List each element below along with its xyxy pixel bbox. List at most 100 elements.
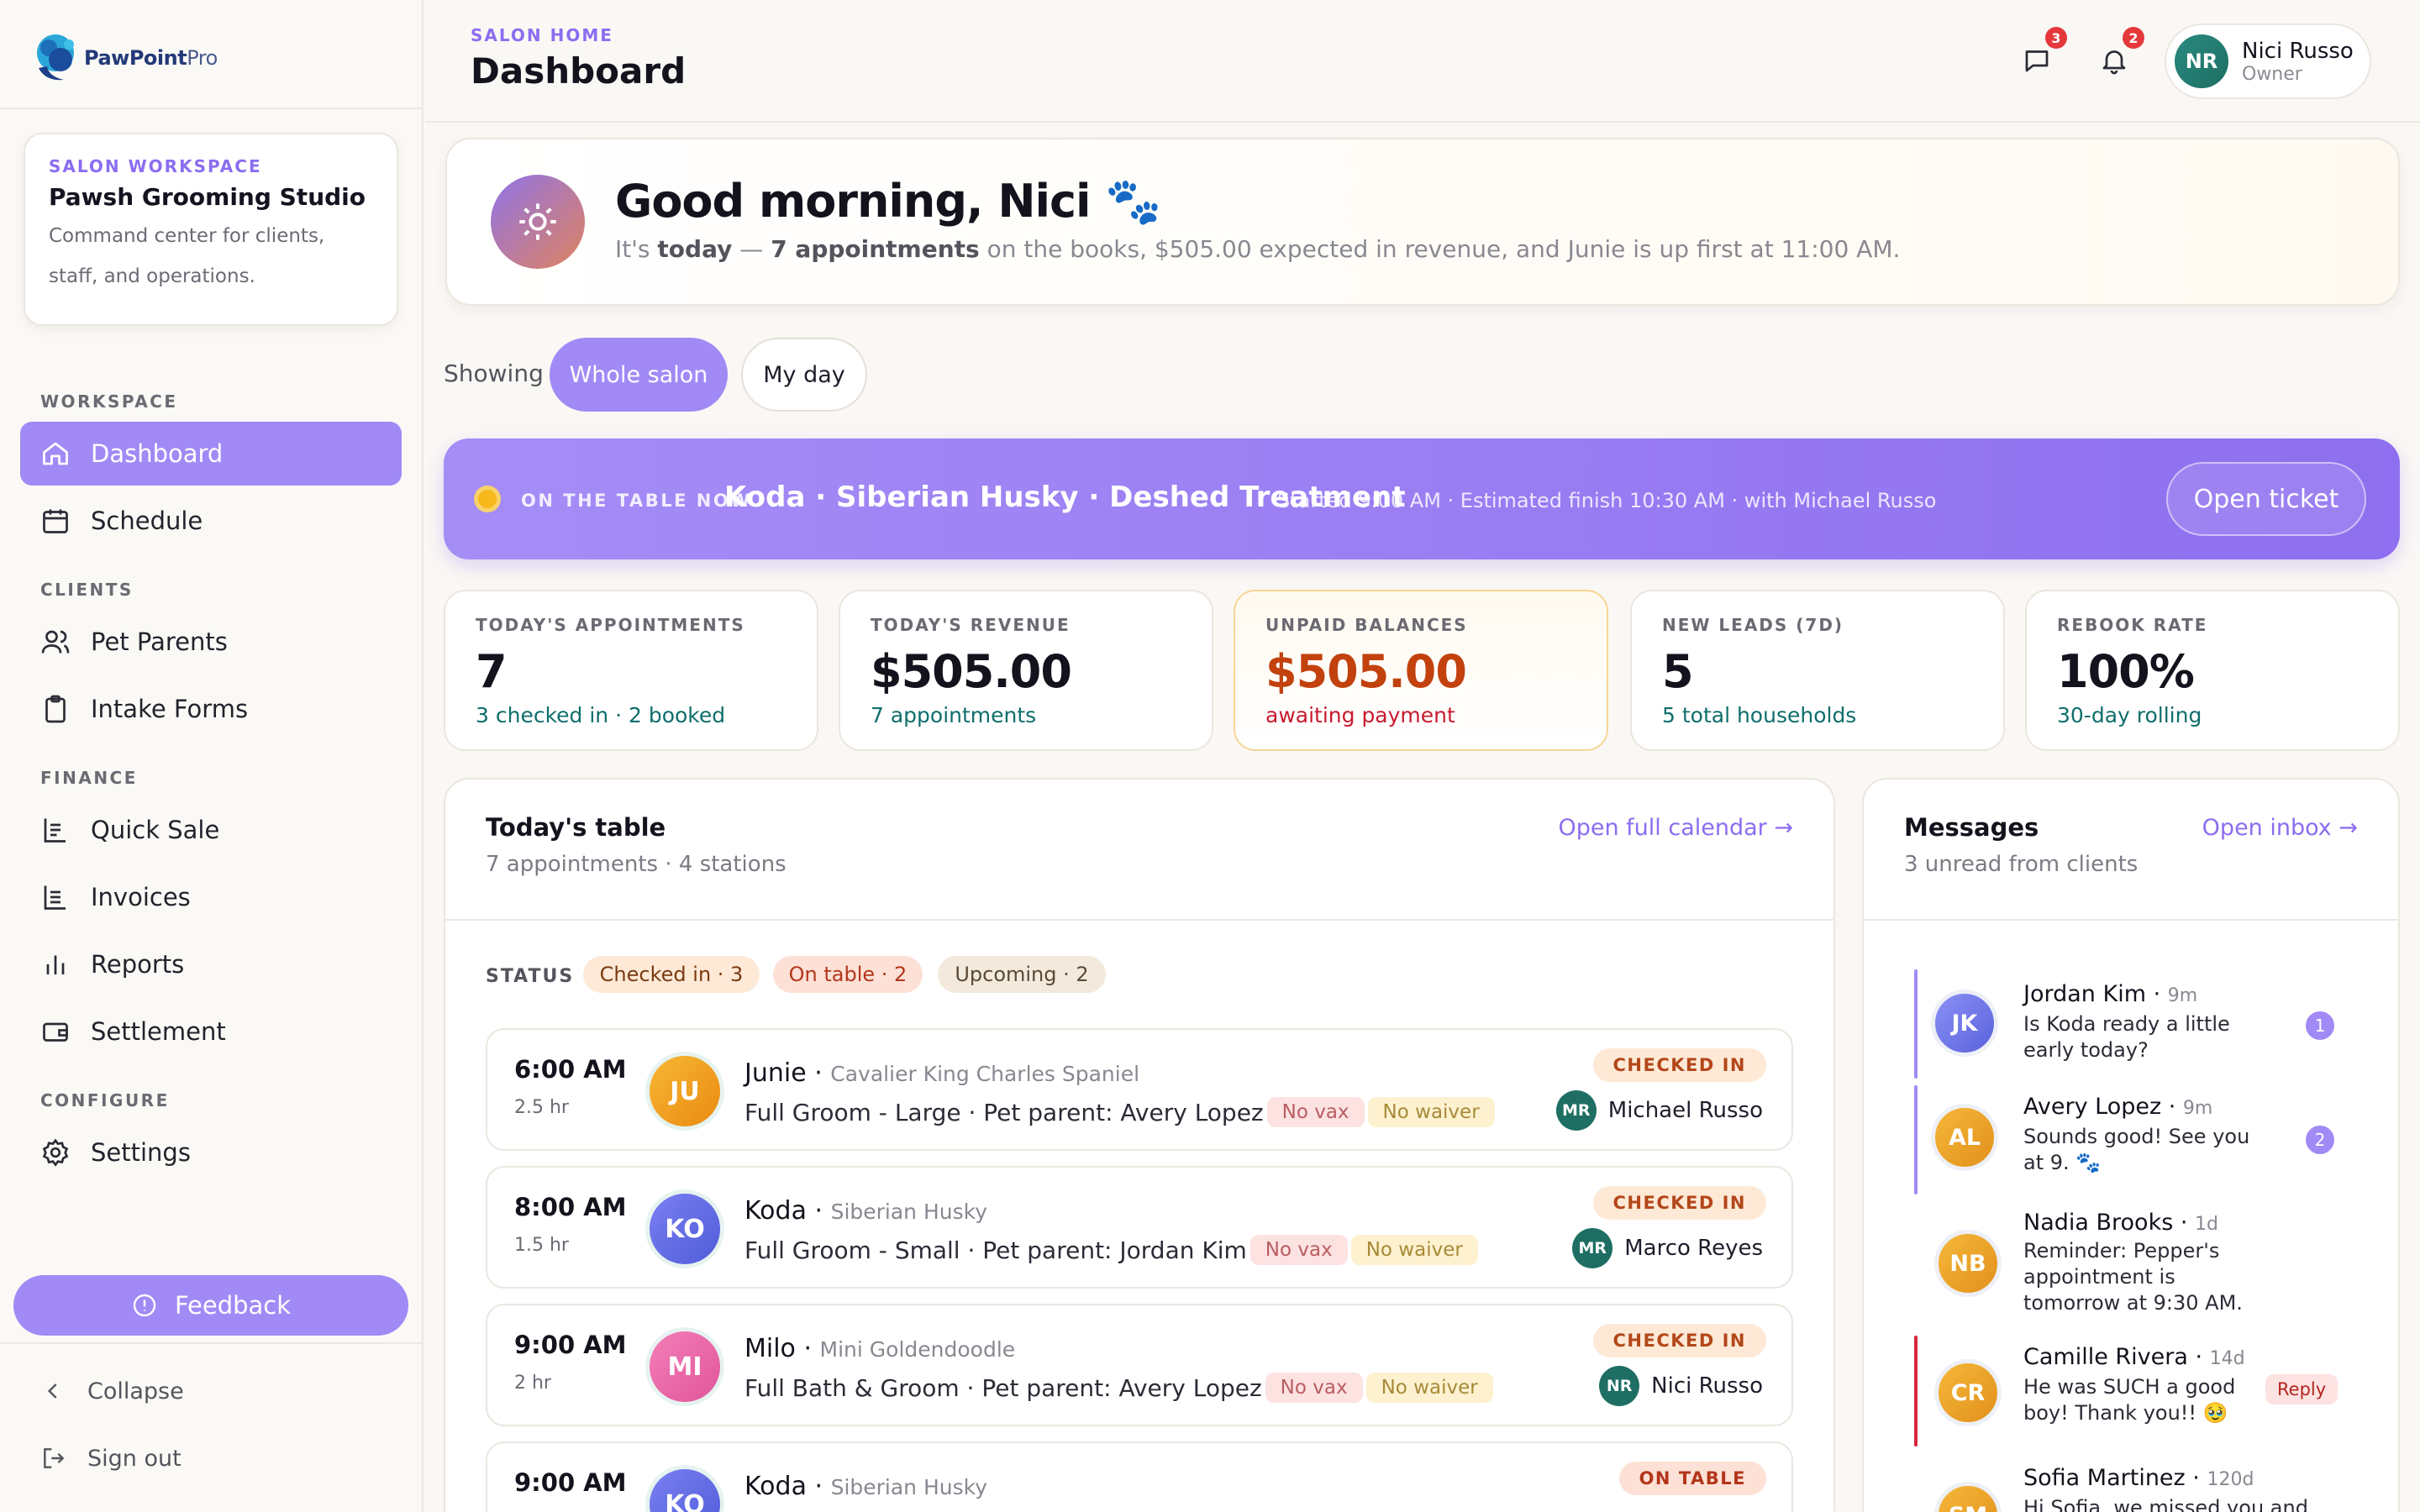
panel-title: Today's table	[486, 813, 666, 842]
workspace-card[interactable]: SALON WORKSPACE Pawsh Grooming Studio Co…	[24, 133, 398, 326]
avatar: MR	[1572, 1228, 1613, 1268]
kpi-new-leads[interactable]: NEW LEADS (7D) 5 5 total households	[1630, 590, 2005, 751]
top-bar: SALON HOME Dashboard 3 2 NR Nici Russo O…	[425, 0, 2420, 123]
open-full-calendar-link[interactable]: Open full calendar →	[1558, 815, 1793, 841]
message-item[interactable]: JK Jordan Kim · 9m Is Koda ready a littl…	[1914, 969, 2351, 1079]
avatar: NR	[2175, 34, 2228, 88]
nav-group-workspace: WORKSPACE	[40, 391, 178, 412]
sidebar-item-pet-parents[interactable]: Pet Parents	[20, 610, 402, 674]
pet-name: Koda · Siberian Husky	[744, 1196, 988, 1226]
sun-icon	[519, 203, 556, 240]
message-item[interactable]: CR Camille Rivera · 14d He was SUCH a go…	[1914, 1336, 2351, 1446]
kpi-todays-revenue[interactable]: TODAY'S REVENUE $505.00 7 appointments	[839, 590, 1213, 751]
kpi-value: 5	[1662, 645, 1694, 698]
appointment-service: Full Bath & Groom · Pet parent: Avery Lo…	[744, 1373, 1493, 1403]
nav-group-finance: FINANCE	[40, 768, 138, 788]
sidebar-item-label: Schedule	[91, 507, 203, 535]
kpi-sub: awaiting payment	[1265, 703, 1455, 727]
panel-divider	[1864, 919, 2398, 921]
no-waiver-tag: No waiver	[1367, 1097, 1495, 1127]
appointment-row[interactable]: 6:00 AM 2.5 hr JU Junie · Cavalier King …	[486, 1028, 1793, 1151]
kpi-rebook-rate[interactable]: REBOOK RATE 100% 30-day rolling	[2025, 590, 2400, 751]
appointment-status-badge: CHECKED IN	[1592, 1048, 1766, 1082]
user-menu[interactable]: NR Nici Russo Owner	[2165, 24, 2371, 99]
status-chip-checked-in[interactable]: Checked in · 3	[583, 956, 760, 993]
no-waiver-tag: No waiver	[1350, 1235, 1478, 1265]
appointment-row[interactable]: 9:00 AM 2 hr MI Milo · Mini Goldendoodle…	[486, 1304, 1793, 1426]
appointment-service: Full Groom - Small · Pet parent: Jordan …	[744, 1235, 1478, 1265]
kpi-sub: 30-day rolling	[2057, 703, 2202, 727]
sidebar-item-reports[interactable]: Reports	[20, 932, 402, 996]
sidebar-item-label: Settings	[91, 1138, 191, 1167]
breadcrumb[interactable]: SALON HOME	[471, 25, 613, 45]
sidebar: PawPointPro SALON WORKSPACE Pawsh Groomi…	[0, 0, 424, 1512]
user-name: Nici Russo	[2242, 38, 2354, 64]
appointment-duration: 2 hr	[514, 1373, 551, 1394]
no-vax-tag: No vax	[1265, 1373, 1363, 1403]
open-inbox-link[interactable]: Open inbox →	[2202, 815, 2358, 841]
wallet-icon	[43, 1022, 68, 1042]
feedback-button[interactable]: Feedback	[13, 1275, 408, 1336]
appointment-duration: 1.5 hr	[514, 1235, 569, 1256]
unread-accent	[1914, 969, 1918, 1079]
sidebar-item-settlement[interactable]: Settlement	[20, 1000, 402, 1063]
kpi-label: NEW LEADS (7D)	[1662, 615, 1844, 635]
gear-icon	[42, 1138, 69, 1167]
filter-whole-salon[interactable]: Whole salon	[550, 338, 728, 412]
filter-my-day[interactable]: My day	[741, 338, 867, 412]
avatar: JK	[1931, 990, 1998, 1057]
message-preview: Sounds good! See you at 9. 🐾	[2023, 1125, 2250, 1174]
live-indicator	[474, 486, 501, 512]
reply-tag[interactable]: Reply	[2265, 1374, 2338, 1404]
user-role: Owner	[2242, 63, 2302, 85]
status-chip-upcoming[interactable]: Upcoming · 2	[938, 956, 1106, 993]
now-meta: Started 9:00 AM · Estimated finish 10:30…	[1277, 489, 1937, 512]
no-waiver-tag: No waiver	[1365, 1373, 1493, 1403]
kpi-sub: 3 checked in · 2 booked	[476, 703, 726, 727]
kpi-unpaid-balances[interactable]: UNPAID BALANCES $505.00 awaiting payment	[1234, 590, 1608, 751]
sidebar-item-label: Intake Forms	[91, 695, 249, 723]
sidebar-item-quick-sale[interactable]: Quick Sale	[20, 798, 402, 862]
notifications-badge: 2	[2123, 27, 2144, 49]
sidebar-item-invoices[interactable]: Invoices	[20, 865, 402, 929]
sidebar-item-label: Quick Sale	[91, 816, 220, 844]
message-preview: Hi Sofia, we missed you and	[2023, 1496, 2308, 1512]
showing-label: Showing	[444, 360, 544, 387]
kpi-todays-appointments[interactable]: TODAY'S APPOINTMENTS 7 3 checked in · 2 …	[444, 590, 818, 751]
sidebar-item-intake-forms[interactable]: Intake Forms	[20, 677, 402, 741]
nav-group-clients: CLIENTS	[40, 580, 134, 600]
appointment-row[interactable]: 9:00 AM KO Koda · Siberian Husky ON TABL…	[486, 1441, 1793, 1512]
appointment-row[interactable]: 8:00 AM 1.5 hr KO Koda · Siberian Husky …	[486, 1166, 1793, 1289]
sign-out-label: Sign out	[87, 1445, 182, 1472]
pet-name: Milo · Mini Goldendoodle	[744, 1334, 1016, 1363]
status-label: STATUS	[486, 966, 575, 987]
sign-out-button[interactable]: Sign out	[40, 1445, 182, 1472]
message-item[interactable]: AL Avery Lopez · 9m Sounds good! See you…	[1914, 1085, 2351, 1194]
appointment-time: 9:00 AM	[514, 1331, 627, 1359]
brand-name: PawPointPro	[84, 46, 218, 70]
sidebar-item-schedule[interactable]: Schedule	[20, 489, 402, 553]
sidebar-item-label: Dashboard	[91, 439, 224, 468]
messages-button[interactable]: 3	[2017, 27, 2067, 81]
sidebar-item-dashboard[interactable]: Dashboard	[20, 422, 402, 486]
panel-subtitle: 7 appointments · 4 stations	[486, 852, 786, 877]
open-ticket-button[interactable]: Open ticket	[2166, 462, 2366, 536]
collapse-button[interactable]: Collapse	[40, 1378, 184, 1404]
feedback-label: Feedback	[174, 1291, 292, 1320]
message-sender: Nadia Brooks · 1d	[2023, 1210, 2219, 1236]
info-icon	[133, 1294, 156, 1317]
unread-accent	[1914, 1085, 1918, 1194]
notifications-button[interactable]: 2	[2094, 27, 2144, 81]
status-chip-on-table[interactable]: On table · 2	[773, 956, 923, 993]
message-item[interactable]: SM Sofia Martinez · 120d Hi Sofia, we mi…	[1914, 1457, 2351, 1512]
todays-table-panel: Today's table 7 appointments · 4 station…	[444, 778, 1835, 1512]
sidebar-item-settings[interactable]: Settings	[20, 1121, 402, 1184]
calendar-icon	[43, 509, 68, 533]
panel-divider	[445, 919, 1833, 921]
panel-subtitle: 3 unread from clients	[1904, 852, 2139, 877]
unread-count: 2	[2306, 1126, 2334, 1154]
brand-logo[interactable]: PawPointPro	[30, 29, 218, 87]
workspace-name: Pawsh Grooming Studio	[49, 183, 366, 211]
message-item[interactable]: NB Nadia Brooks · 1d Reminder: Pepper's …	[1914, 1200, 2351, 1326]
kpi-label: TODAY'S APPOINTMENTS	[476, 615, 745, 635]
